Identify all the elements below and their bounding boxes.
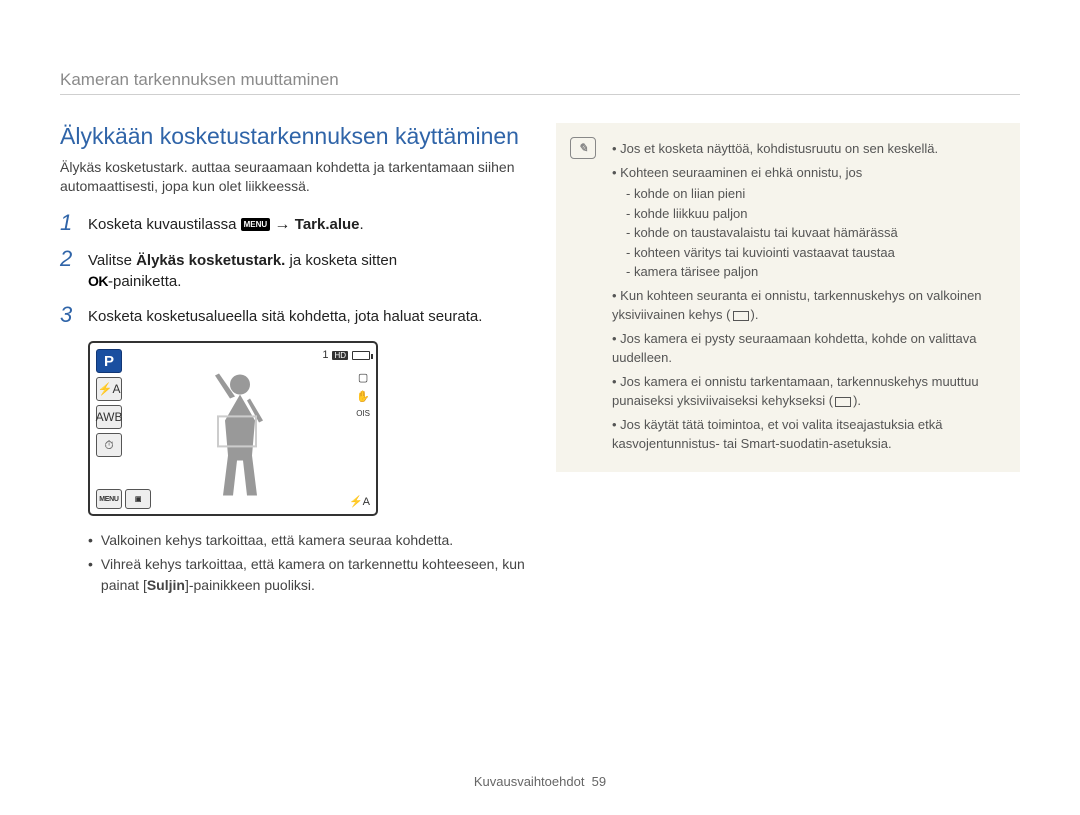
content-columns: Älykkään kosketustarkennuksen käyttämine… <box>60 123 1020 599</box>
step-text: Kosketa kuvaustilassa MENU → Tark.alue. <box>88 214 364 236</box>
note-subitem: kohteen väritys tai kuviointi vastaavat … <box>626 243 1002 263</box>
timer-icon: ⏱ <box>96 433 122 457</box>
counter: 1 <box>322 349 328 361</box>
hd-icon: HD <box>332 351 348 360</box>
note-item: Jos et kosketa näyttöä, kohdistusruutu o… <box>612 139 1002 159</box>
flash-bottom-right: ⚡A <box>349 495 370 508</box>
menu-button-icon: MENU <box>96 489 122 509</box>
note-item: Jos käytät tätä toimintoa, et voi valita… <box>612 415 1002 454</box>
rect-icon <box>835 397 851 407</box>
note-text: Jos kamera ei onnistu tarkentamaan, tark… <box>612 374 979 409</box>
note-item: Jos kamera ei onnistu tarkentamaan, tark… <box>612 372 1002 411</box>
step-text-fragment: -painiketta. <box>108 273 181 290</box>
note-list: Jos et kosketa näyttöä, kohdistusruutu o… <box>612 139 1002 454</box>
note-item: Kun kohteen seuranta ei onnistu, tarkenn… <box>612 286 1002 325</box>
left-column: Älykkään kosketustarkennuksen käyttämine… <box>60 123 530 599</box>
camera-right-icons: ▢ ✋ OIS <box>356 371 370 418</box>
note-subitem: kohde liikkuu paljon <box>626 204 1002 224</box>
steps-list: 1 Kosketa kuvaustilassa MENU → Tark.alue… <box>60 214 530 327</box>
flash-icon: ⚡A <box>96 377 122 401</box>
footer-page-number: 59 <box>592 774 606 789</box>
bullet-bold: Suljin <box>147 577 185 593</box>
note-item: Jos kamera ei pysty seuraamaan kohdetta,… <box>612 329 1002 368</box>
manual-page: Kameran tarkennuksen muuttaminen Älykkää… <box>0 0 1080 815</box>
step-number: 1 <box>60 212 78 236</box>
page-header: Kameran tarkennuksen muuttaminen <box>60 70 1020 95</box>
right-column: ✎ Jos et kosketa näyttöä, kohdistusruutu… <box>556 123 1020 599</box>
note-text: ). <box>751 307 759 322</box>
menu-icon: MENU <box>241 218 271 231</box>
arrow-icon: → <box>274 216 294 233</box>
awb-icon: AWB <box>96 405 122 429</box>
step-text-fragment: Kosketa kuvaustilassa <box>88 216 241 233</box>
note-item: Kohteen seuraaminen ei ehkä onnistu, jos… <box>612 163 1002 282</box>
step-1: 1 Kosketa kuvaustilassa MENU → Tark.alue… <box>60 214 530 236</box>
note-text: Kun kohteen seuranta ei onnistu, tarkenn… <box>612 288 982 323</box>
section-intro: Älykäs kosketustark. auttaa seuraamaan k… <box>60 158 530 196</box>
step-number: 3 <box>60 304 78 327</box>
note-icon: ✎ <box>570 137 596 159</box>
camera-screen-illustration: P ⚡A AWB ⏱ MENU ▣ 1 HD ▢ ✋ OIS <box>88 341 378 516</box>
playback-icon: ▣ <box>125 489 151 509</box>
ois-icon: OIS <box>356 409 370 418</box>
step-text-fragment: Valitse <box>88 252 136 269</box>
mode-icon: P <box>96 349 122 373</box>
rect-icon <box>733 311 749 321</box>
bullet-item: Vihreä kehys tarkoittaa, että kamera on … <box>88 554 530 595</box>
step-bold: Älykäs kosketustark. <box>136 252 285 269</box>
step-text-fragment: ja kosketa sitten <box>290 252 398 269</box>
note-sublist: kohde on liian pieni kohde liikkuu paljo… <box>612 184 1002 282</box>
note-subitem: kohde on taustavalaistu tai kuvaat hämär… <box>626 223 1002 243</box>
step-2: 2 Valitse Älykäs kosketustark. ja kosket… <box>60 250 530 292</box>
step-number: 2 <box>60 248 78 292</box>
note-text: ). <box>853 393 861 408</box>
bullet-item: Valkoinen kehys tarkoittaa, että kamera … <box>88 530 530 550</box>
page-footer: Kuvausvaihtoehdot 59 <box>0 774 1080 789</box>
camera-bottom-icons: MENU ▣ <box>96 489 151 509</box>
note-subitem: kamera tärisee paljon <box>626 262 1002 282</box>
battery-icon <box>352 351 370 360</box>
rec-icon: ▢ <box>358 371 368 384</box>
hand-icon: ✋ <box>356 390 370 403</box>
step-3: 3 Kosketa kosketusalueella sitä kohdetta… <box>60 306 530 327</box>
focus-frame <box>217 416 257 448</box>
bullet-text: Vihreä kehys tarkoittaa, että kamera on … <box>101 554 530 595</box>
info-bullets: Valkoinen kehys tarkoittaa, että kamera … <box>88 530 530 595</box>
note-subitem: kohde on liian pieni <box>626 184 1002 204</box>
section-title: Älykkään kosketustarkennuksen käyttämine… <box>60 123 530 150</box>
camera-top-right: 1 HD <box>322 349 370 361</box>
step-text: Valitse Älykäs kosketustark. ja kosketa … <box>88 250 397 292</box>
footer-section: Kuvausvaihtoehdot <box>474 774 585 789</box>
step-text-fragment: . <box>360 216 364 233</box>
camera-left-icons: P ⚡A AWB ⏱ <box>96 349 124 457</box>
note-text: Kohteen seuraaminen ei ehkä onnistu, jos <box>620 165 862 180</box>
note-box: ✎ Jos et kosketa näyttöä, kohdistusruutu… <box>556 123 1020 472</box>
ok-icon: OK <box>88 272 108 292</box>
bullet-text: Valkoinen kehys tarkoittaa, että kamera … <box>101 530 453 550</box>
step-bold: Tark.alue <box>295 216 360 233</box>
step-text: Kosketa kosketusalueella sitä kohdetta, … <box>88 306 482 327</box>
